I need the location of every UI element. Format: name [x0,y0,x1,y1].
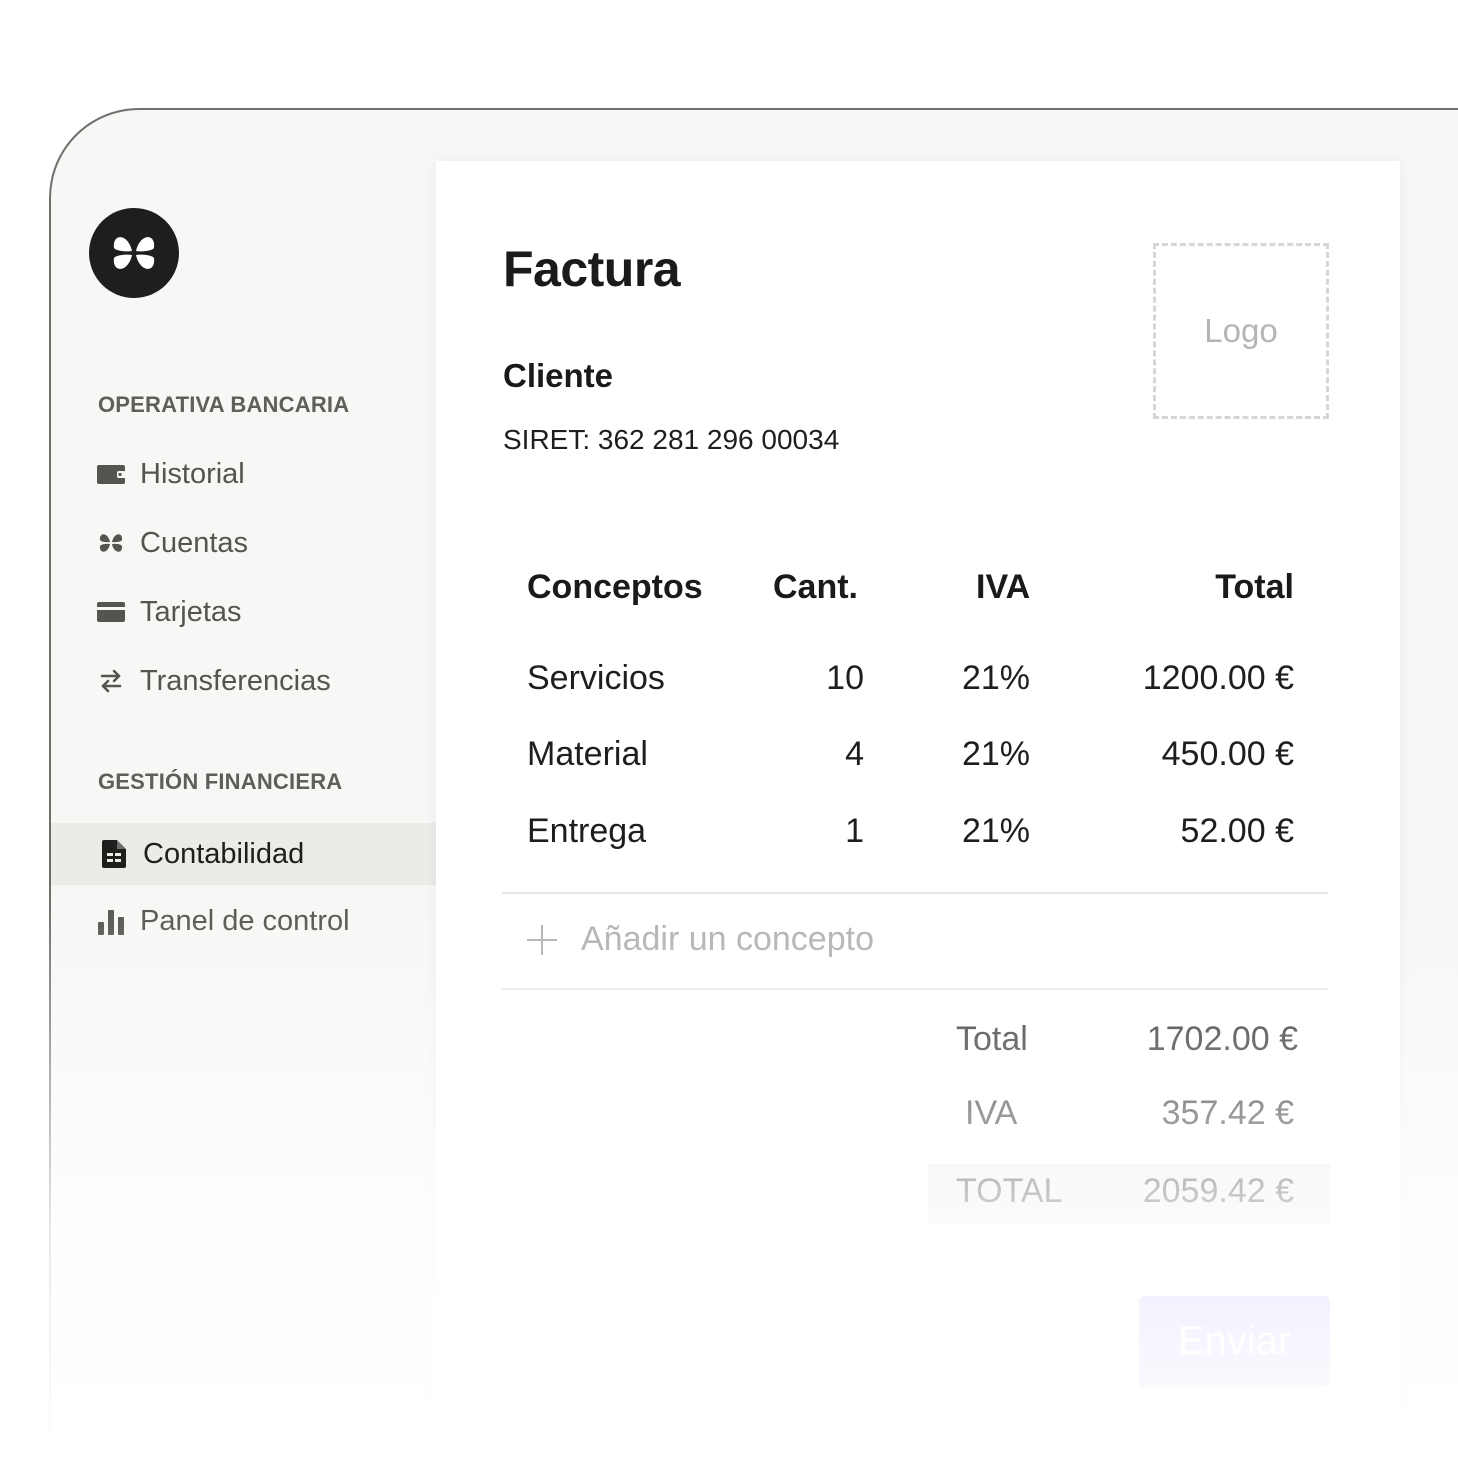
sidebar-item-label: Tarjetas [140,595,242,628]
column-header-concepts: Conceptos [527,568,703,606]
logo-upload-placeholder[interactable]: Logo [1153,243,1329,419]
row-vat: 21% [961,812,1030,850]
document-icon [100,840,128,868]
brand-logo[interactable] [89,208,179,298]
table-divider [502,988,1328,990]
row-qty: 1 [845,812,864,850]
brand-petal-icon [113,237,155,269]
invoice-title: Factura [503,241,681,297]
section-title-finance: GESTIÓN FINANCIERA [98,769,343,794]
grand-total-label: TOTAL [956,1172,1063,1210]
vat-value: 357.42 € [1161,1094,1294,1132]
add-concept-button[interactable]: Añadir un concepto [527,920,874,959]
row-qty: 4 [845,735,864,773]
section-title-banking: OPERATIVA BANCARIA [98,392,350,417]
table-divider [502,892,1328,894]
row-total: 52.00 € [1180,812,1294,850]
sidebar-item-transferencias[interactable]: Transferencias [97,661,331,701]
card-icon [97,598,125,626]
sidebar-item-historial[interactable]: Historial [97,454,245,494]
sidebar-item-cuentas[interactable]: Cuentas [97,523,248,563]
wallet-icon [97,460,125,488]
column-header-qty: Cant. [773,568,858,606]
row-vat: 21% [961,735,1030,773]
sidebar-item-label: Contabilidad [143,837,305,870]
accounts-icon [97,529,125,557]
transfer-arrows-icon [97,667,125,695]
bar-chart-icon [97,907,125,935]
sidebar-item-tarjetas[interactable]: Tarjetas [97,592,242,632]
sidebar-item-label: Transferencias [140,664,331,697]
plus-icon [527,924,557,955]
grand-total-value: 2059.42 € [1142,1172,1294,1210]
column-header-vat: IVA [976,568,1031,606]
client-label[interactable]: Cliente [503,357,613,395]
logo-placeholder-text: Logo [1204,312,1278,349]
sidebar-item-label: Historial [140,457,245,490]
row-concept: Entrega [527,812,647,850]
sidebar-item-panel-de-control[interactable]: Panel de control [97,901,350,941]
column-header-total: Total [1215,568,1294,606]
vat-label: IVA [965,1094,1018,1132]
row-vat: 21% [961,659,1030,697]
send-button[interactable]: Enviar [1139,1296,1330,1387]
subtotal-value: 1702.00 € [1146,1020,1298,1058]
add-concept-label: Añadir un concepto [581,920,874,958]
sidebar-item-label: Cuentas [140,526,249,559]
row-concept: Material [527,735,648,773]
row-total: 450.00 € [1161,735,1294,773]
sidebar-item-contabilidad[interactable]: Contabilidad [100,834,304,874]
row-concept: Servicios [527,659,665,697]
sidebar-item-label: Panel de control [140,904,350,937]
row-qty: 10 [826,659,864,697]
client-siret: SIRET: 362 281 296 00034 [503,424,840,455]
row-total: 1200.00 € [1142,659,1294,697]
subtotal-label: Total [956,1020,1028,1058]
